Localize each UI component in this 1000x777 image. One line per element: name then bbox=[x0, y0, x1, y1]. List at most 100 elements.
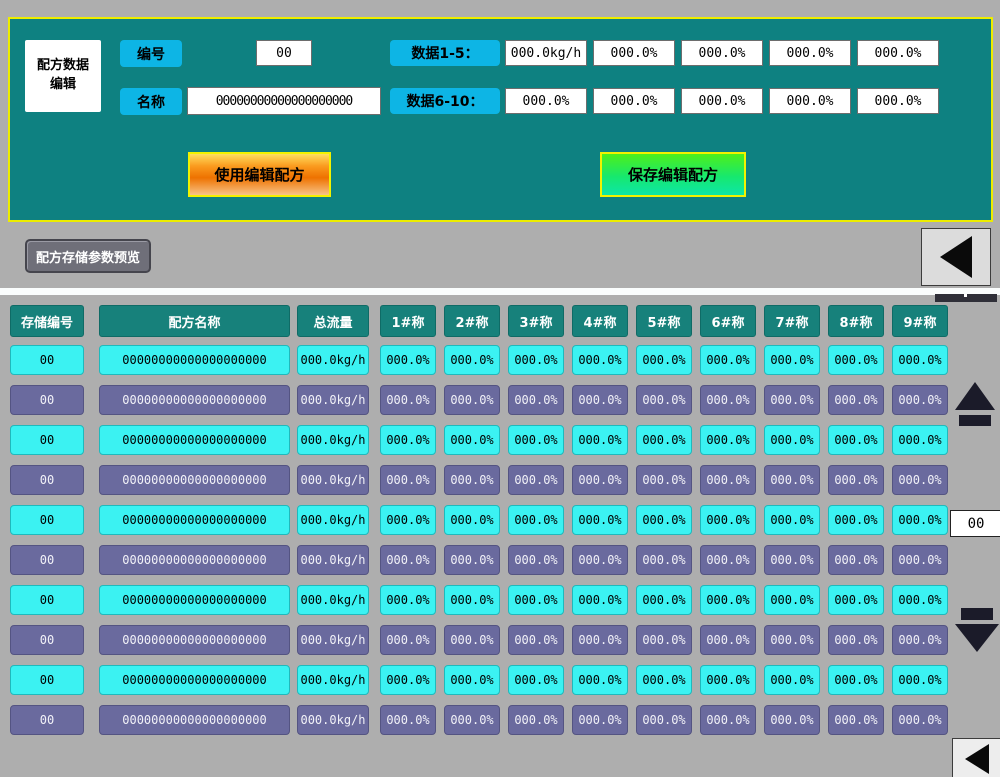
row-weight-cell-3: 000.0% bbox=[508, 625, 564, 655]
row-weight-cell-6: 000.0% bbox=[700, 545, 756, 575]
row-flow-cell: 000.0kg/h bbox=[297, 545, 369, 575]
page-number-input[interactable]: 00 bbox=[950, 510, 1000, 537]
row-weight-cell-6: 000.0% bbox=[700, 625, 756, 655]
row-weight-cell-4: 000.0% bbox=[572, 545, 628, 575]
row-weight-cell-9: 000.0% bbox=[892, 505, 948, 535]
scroll-notch-icon bbox=[964, 294, 967, 297]
row-weight-cell-1: 000.0% bbox=[380, 465, 436, 495]
row-weight-cell-8: 000.0% bbox=[828, 545, 884, 575]
data-field-3[interactable]: 000.0% bbox=[681, 40, 763, 66]
column-header-4: 1#称 bbox=[380, 305, 436, 337]
row-id-cell: 00 bbox=[10, 585, 84, 615]
row-weight-cell-8: 000.0% bbox=[828, 625, 884, 655]
row-weight-cell-5: 000.0% bbox=[636, 585, 692, 615]
row-weight-cell-4: 000.0% bbox=[572, 585, 628, 615]
row-weight-cell-5: 000.0% bbox=[636, 345, 692, 375]
hmi-screen: 配方数据 编辑 编号 00 数据1-5： 名称 0000000000000000… bbox=[0, 0, 1000, 777]
row-weight-cell-9: 000.0% bbox=[892, 385, 948, 415]
scroll-up-icon bbox=[955, 382, 995, 410]
scroll-top-partial-button[interactable] bbox=[935, 294, 997, 302]
row-weight-cell-5: 000.0% bbox=[636, 465, 692, 495]
row-weight-cell-1: 000.0% bbox=[380, 665, 436, 695]
row-weight-cell-7: 000.0% bbox=[764, 585, 820, 615]
row-weight-cell-1: 000.0% bbox=[380, 385, 436, 415]
data-field-7[interactable]: 000.0% bbox=[593, 88, 675, 114]
row-name-cell: 00000000000000000000 bbox=[99, 465, 290, 495]
data-field-2[interactable]: 000.0% bbox=[593, 40, 675, 66]
data-field-4[interactable]: 000.0% bbox=[769, 40, 851, 66]
row-weight-cell-4: 000.0% bbox=[572, 625, 628, 655]
row-weight-cell-5: 000.0% bbox=[636, 425, 692, 455]
back-button-bottom[interactable] bbox=[952, 738, 1000, 777]
table-row: 0000000000000000000000000.0kg/h000.0%000… bbox=[0, 545, 1000, 575]
data-field-9[interactable]: 000.0% bbox=[769, 88, 851, 114]
row-weight-cell-8: 000.0% bbox=[828, 425, 884, 455]
row-weight-cell-2: 000.0% bbox=[444, 385, 500, 415]
row-weight-cell-6: 000.0% bbox=[700, 665, 756, 695]
column-header-10: 7#称 bbox=[764, 305, 820, 337]
recipe-id-input[interactable]: 00 bbox=[256, 40, 312, 66]
row-weight-cell-3: 000.0% bbox=[508, 665, 564, 695]
data-field-6[interactable]: 000.0% bbox=[505, 88, 587, 114]
row-id-cell: 00 bbox=[10, 345, 84, 375]
row-weight-cell-6: 000.0% bbox=[700, 505, 756, 535]
row-weight-cell-5: 000.0% bbox=[636, 705, 692, 735]
row-weight-cell-7: 000.0% bbox=[764, 705, 820, 735]
use-edited-recipe-button[interactable]: 使用编辑配方 bbox=[188, 152, 331, 197]
row-id-cell: 00 bbox=[10, 705, 84, 735]
back-button-top[interactable] bbox=[921, 228, 991, 286]
row-id-cell: 00 bbox=[10, 665, 84, 695]
scroll-up-button[interactable] bbox=[954, 382, 996, 426]
row-weight-cell-3: 000.0% bbox=[508, 465, 564, 495]
section-divider bbox=[0, 288, 1000, 295]
row-weight-cell-3: 000.0% bbox=[508, 385, 564, 415]
row-weight-cell-9: 000.0% bbox=[892, 465, 948, 495]
row-weight-cell-1: 000.0% bbox=[380, 345, 436, 375]
row-weight-cell-2: 000.0% bbox=[444, 545, 500, 575]
save-edited-recipe-button[interactable]: 保存编辑配方 bbox=[600, 152, 746, 197]
table-row: 0000000000000000000000000.0kg/h000.0%000… bbox=[0, 345, 1000, 375]
row-weight-cell-2: 000.0% bbox=[444, 705, 500, 735]
scroll-down-button[interactable] bbox=[954, 608, 1000, 652]
row-id-cell: 00 bbox=[10, 545, 84, 575]
row-weight-cell-7: 000.0% bbox=[764, 425, 820, 455]
row-weight-cell-4: 000.0% bbox=[572, 505, 628, 535]
row-weight-cell-8: 000.0% bbox=[828, 705, 884, 735]
column-header-3: 总流量 bbox=[297, 305, 369, 337]
row-name-cell: 00000000000000000000 bbox=[99, 545, 290, 575]
row-weight-cell-4: 000.0% bbox=[572, 465, 628, 495]
row-weight-cell-2: 000.0% bbox=[444, 425, 500, 455]
row-weight-cell-2: 000.0% bbox=[444, 625, 500, 655]
row-flow-cell: 000.0kg/h bbox=[297, 585, 369, 615]
scroll-down-bar-icon bbox=[961, 608, 993, 620]
recipe-storage-preview-button[interactable]: 配方存储参数预览 bbox=[25, 239, 151, 273]
back-arrow-icon bbox=[965, 744, 989, 774]
row-weight-cell-2: 000.0% bbox=[444, 465, 500, 495]
data-field-10[interactable]: 000.0% bbox=[857, 88, 939, 114]
row-weight-cell-7: 000.0% bbox=[764, 505, 820, 535]
column-header-7: 4#称 bbox=[572, 305, 628, 337]
table-row: 0000000000000000000000000.0kg/h000.0%000… bbox=[0, 505, 1000, 535]
row-weight-cell-4: 000.0% bbox=[572, 385, 628, 415]
data-field-1[interactable]: 000.0kg/h bbox=[505, 40, 587, 66]
scroll-down-icon bbox=[955, 624, 999, 652]
row-weight-cell-7: 000.0% bbox=[764, 465, 820, 495]
row-weight-cell-3: 000.0% bbox=[508, 705, 564, 735]
data-field-8[interactable]: 000.0% bbox=[681, 88, 763, 114]
column-header-9: 6#称 bbox=[700, 305, 756, 337]
row-weight-cell-2: 000.0% bbox=[444, 585, 500, 615]
row-weight-cell-9: 000.0% bbox=[892, 545, 948, 575]
recipe-name-input[interactable]: 00000000000000000000 bbox=[187, 87, 381, 115]
row-weight-cell-5: 000.0% bbox=[636, 505, 692, 535]
row-weight-cell-4: 000.0% bbox=[572, 345, 628, 375]
row-weight-cell-9: 000.0% bbox=[892, 425, 948, 455]
row-weight-cell-6: 000.0% bbox=[700, 585, 756, 615]
row-weight-cell-5: 000.0% bbox=[636, 545, 692, 575]
recipe-id-label: 编号 bbox=[120, 40, 182, 67]
row-weight-cell-6: 000.0% bbox=[700, 705, 756, 735]
row-flow-cell: 000.0kg/h bbox=[297, 385, 369, 415]
row-weight-cell-1: 000.0% bbox=[380, 585, 436, 615]
row-weight-cell-8: 000.0% bbox=[828, 505, 884, 535]
data-field-5[interactable]: 000.0% bbox=[857, 40, 939, 66]
table-row: 0000000000000000000000000.0kg/h000.0%000… bbox=[0, 425, 1000, 455]
